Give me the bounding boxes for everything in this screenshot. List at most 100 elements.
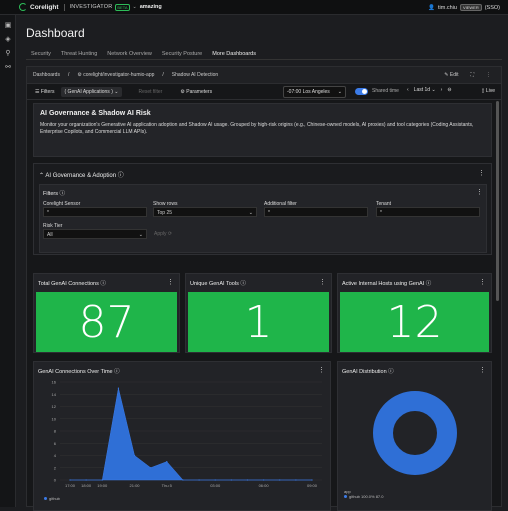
data-point[interactable] (198, 479, 200, 481)
filter-chip[interactable]: ( GenAI Applications ) ⌄ (60, 86, 123, 97)
data-point[interactable] (133, 454, 136, 457)
previous-range-icon[interactable]: ‹ (407, 87, 409, 93)
scrollbar[interactable] (496, 101, 499, 301)
data-point[interactable] (150, 467, 152, 469)
page-title: Dashboard (26, 26, 85, 40)
data-point[interactable] (117, 387, 119, 389)
stat-title: Total GenAI Connections ⓘ (38, 279, 106, 287)
data-point[interactable] (85, 479, 87, 481)
series-area-github[interactable] (70, 388, 312, 481)
panel-title: GenAI Connections Over Time ⓘ (38, 367, 120, 375)
divider (63, 3, 65, 11)
more-options-icon[interactable]: ⋮ (476, 188, 483, 196)
brand-logo[interactable]: Corelight INVESTIGATOR BETA ⌄ amazing (19, 3, 162, 11)
network-icon[interactable]: ⚯ (0, 61, 16, 75)
y-tick-label: 4 (54, 453, 57, 458)
data-point[interactable] (166, 461, 168, 463)
rows-select[interactable]: Top 25 ⌄ (153, 207, 257, 217)
more-options-icon[interactable]: ⋮ (167, 278, 174, 286)
filter-bar: ☰ Filters ( GenAI Applications ) ⌄ Reset… (27, 84, 501, 100)
next-range-icon[interactable]: › (441, 87, 443, 93)
tenant-name[interactable]: amazing (140, 4, 162, 10)
risk-tier-select[interactable]: All ⌄ (43, 229, 147, 239)
info-icon: ⓘ (114, 369, 120, 375)
time-controls: ‹ Last 1d ⌄ › ⊖ (407, 87, 452, 93)
y-tick-label: 14 (52, 392, 57, 397)
reset-filter-button[interactable]: Reset filter (138, 89, 162, 95)
stat-unique-tools: Unique GenAI Tools ⓘ ⋮ 1 (185, 273, 332, 353)
filters-title: Filters ⓘ (43, 189, 65, 197)
timezone-select[interactable]: -07:00 Los Angeles ⌄ (283, 86, 346, 98)
stat-title: Active Internal Hosts using GenAI ⓘ (342, 279, 431, 287)
refresh-icon: ⟳ (167, 231, 173, 237)
data-point[interactable] (230, 479, 232, 481)
tenant-input[interactable]: * (376, 207, 480, 217)
stat-title-label: Total GenAI Connections (38, 281, 99, 287)
hunt-icon[interactable]: ⚲ (0, 47, 16, 61)
shared-time-toggle[interactable] (355, 88, 368, 95)
parameters-button[interactable]: ⚙ Parameters (180, 89, 212, 95)
additional-filter-input[interactable]: * (264, 207, 368, 217)
more-options-icon[interactable]: ⋮ (479, 366, 486, 374)
stat-active-hosts: Active Internal Hosts using GenAI ⓘ ⋮ 12 (337, 273, 492, 353)
chevron-down-icon: ⌄ (248, 210, 253, 216)
data-point[interactable] (214, 479, 216, 481)
pie-legend-label: github 100.0% 87.0 (349, 494, 384, 499)
breadcrumb-dashboards[interactable]: Dashboards (33, 72, 60, 78)
sensor-input[interactable]: * (43, 207, 147, 217)
beta-badge: BETA (115, 3, 130, 11)
brand-name: Corelight (30, 3, 59, 11)
time-range-select[interactable]: Last 1d ⌄ (414, 87, 436, 93)
stat-title-label: Unique GenAI Tools (190, 281, 239, 287)
live-toggle[interactable]: ▯ Live (482, 88, 495, 94)
chart-legend: github (44, 496, 60, 501)
zoom-out-icon[interactable]: ⊖ (447, 87, 451, 93)
more-options-icon[interactable]: ⋮ (319, 278, 326, 286)
x-tick-label: 19:00 (97, 483, 108, 488)
user-menu[interactable]: 👤 tim.chiu VIEWER (SSO) (428, 4, 500, 11)
breadcrumb-package[interactable]: ⚙ corelight/investigator-humio-app (77, 72, 154, 78)
chevron-down-icon[interactable]: ⌄ (133, 4, 137, 10)
chevron-down-icon: ⌄ (138, 232, 143, 238)
y-tick-label: 12 (52, 404, 57, 409)
x-tick-label: Thu 5 (162, 483, 173, 488)
apply-button[interactable]: Apply ⟳ (154, 231, 172, 237)
more-options-icon[interactable]: ⋮ (479, 278, 486, 286)
data-point[interactable] (295, 479, 297, 481)
data-point[interactable] (101, 479, 103, 481)
edit-button[interactable]: ✎ Edit (444, 72, 458, 78)
pie-legend: app github 100.0% 87.0 (344, 489, 383, 499)
data-point[interactable] (311, 479, 313, 481)
x-tick-label: 03:00 (210, 483, 221, 488)
filters-title-label: Filters (43, 191, 58, 197)
timeseries-panel: GenAI Connections Over Time ⓘ ⋮ 0 2 4 6 8 10 1… (33, 361, 331, 511)
filters-button[interactable]: ☰ Filters (35, 89, 55, 95)
data-point[interactable] (263, 479, 265, 481)
apply-label: Apply (154, 231, 167, 237)
risk-tier-value: All (47, 232, 53, 238)
more-options-icon[interactable]: ⋮ (486, 72, 491, 78)
info-icon: ⓘ (59, 191, 66, 197)
panel-title-label: GenAI Connections Over Time (38, 369, 113, 375)
section-title[interactable]: ⌃ AI Governance & Adoption ⓘ (39, 170, 124, 179)
x-tick-label: 17:00 (65, 483, 76, 488)
data-point[interactable] (69, 479, 71, 481)
breadcrumb: Dashboards / ⚙ corelight/investigator-hu… (27, 67, 501, 84)
more-options-icon[interactable]: ⋮ (318, 366, 325, 374)
shared-time-label: Shared time (372, 88, 399, 94)
data-point[interactable] (246, 479, 249, 481)
data-point[interactable] (182, 479, 184, 481)
more-options-icon[interactable]: ⋮ (478, 169, 485, 177)
filters-panel: Filters ⓘ ⋮ Corelight Sensor * Show rows… (39, 184, 487, 253)
filters-label: Filters (40, 88, 55, 95)
tab-divider (26, 59, 502, 60)
timezone-value: -07:00 Los Angeles (287, 89, 330, 95)
data-point[interactable] (279, 479, 281, 481)
section-title-label: AI Governance & Adoption (45, 173, 117, 179)
donut-slice-github[interactable] (373, 391, 457, 475)
info-icon: ⓘ (117, 173, 124, 179)
layers-icon[interactable]: ◈ (0, 33, 16, 47)
distribution-panel: GenAI Distribution ⓘ ⋮ app github 100.0%… (337, 361, 492, 511)
fullscreen-icon[interactable]: ⛶ (470, 72, 474, 78)
dashboard-icon[interactable]: ▣ (0, 19, 16, 33)
